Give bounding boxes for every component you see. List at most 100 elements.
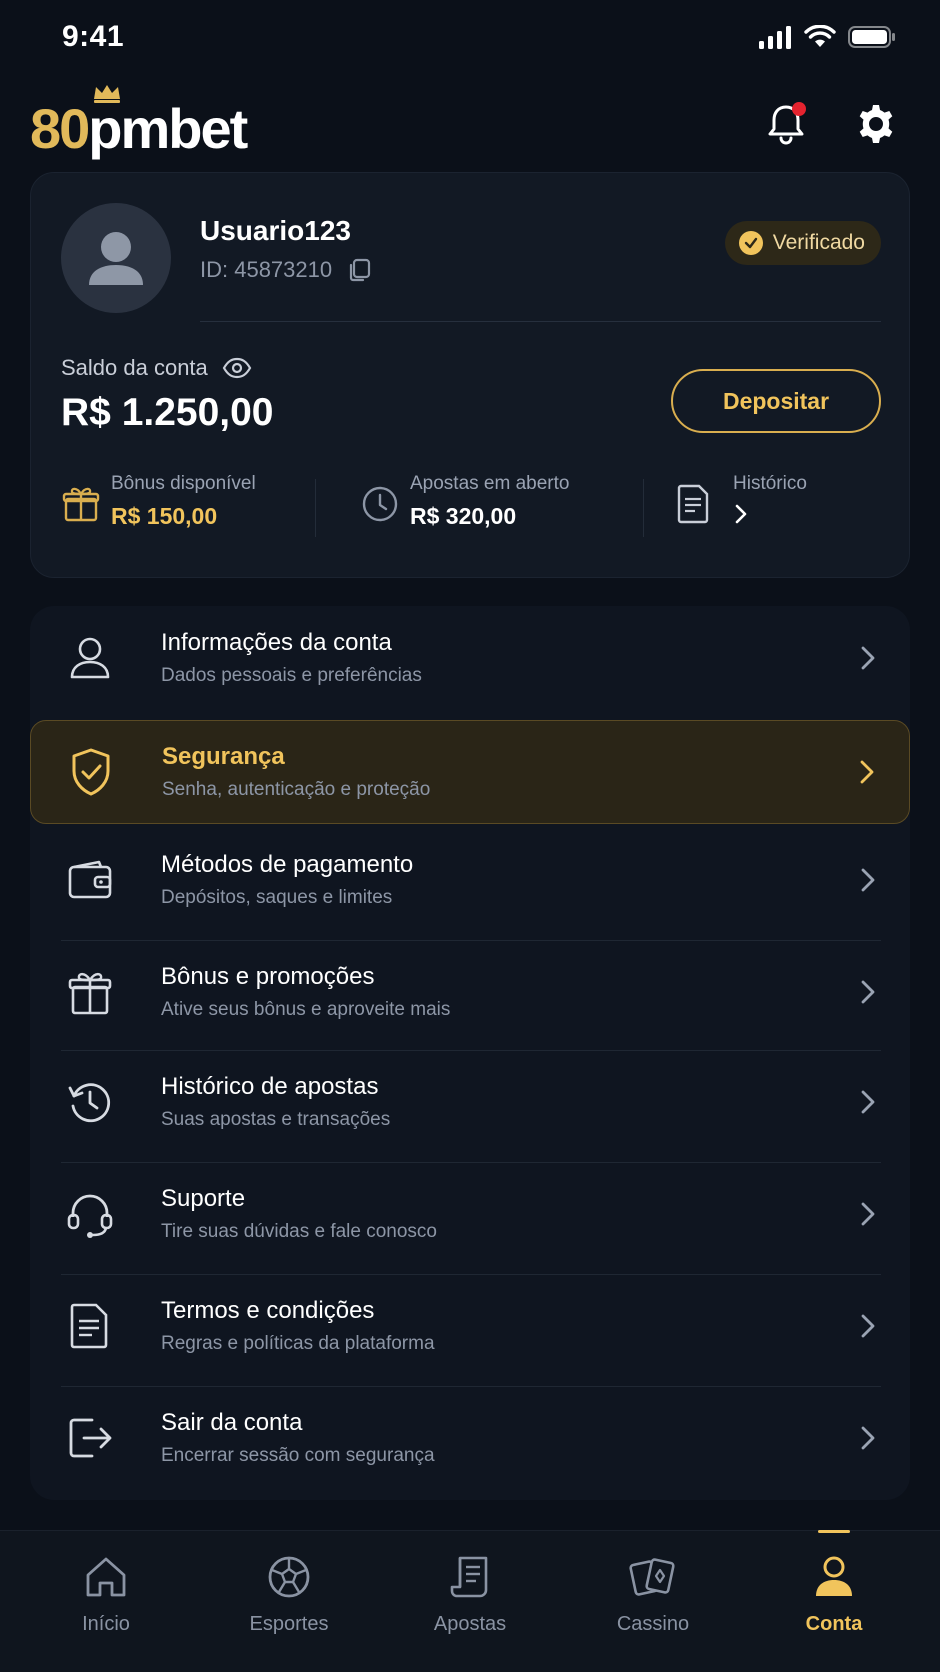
bet-slip-icon (444, 1551, 496, 1603)
chevron-right-icon (856, 1426, 880, 1450)
verified-label: Verificado (772, 231, 865, 254)
menu-subtitle: Depósitos, saques e limites (161, 887, 393, 908)
stat-separator (643, 479, 644, 537)
stat-separator (315, 479, 316, 537)
gift-icon (59, 479, 103, 529)
logo-number: 80 (30, 97, 90, 160)
stat-label: Histórico (733, 473, 807, 494)
menu-subtitle: Regras e políticas da plataforma (161, 1333, 435, 1354)
menu-title: Histórico de apostas (161, 1073, 379, 1100)
menu-item-support[interactable]: Suporte Tire suas dúvidas e fale conosco (30, 1162, 910, 1266)
logout-icon (64, 1412, 116, 1464)
soccer-ball-icon (263, 1551, 315, 1603)
crown-icon (94, 85, 120, 103)
tab-label: Apostas (433, 1613, 507, 1635)
stat-bonus[interactable]: Bônus disponível R$ 150,00 (59, 473, 256, 530)
battery-icon (848, 26, 895, 48)
chevron-right-icon (856, 980, 880, 1004)
wallet-icon (64, 854, 116, 906)
profile-card: Usuario123 ID: 45873210 Verificado Saldo… (30, 172, 910, 578)
app-header: 80pmbet (0, 78, 940, 170)
tab-casino[interactable]: Cassino (559, 1531, 747, 1672)
menu-title: Bônus e promoções (161, 963, 375, 990)
balance-label: Saldo da conta (61, 355, 252, 381)
menu-item-account-info[interactable]: Informações da conta Dados pessoais e pr… (30, 606, 910, 710)
divider (200, 321, 881, 322)
user-silhouette-icon (89, 232, 143, 285)
chevron-right-icon (856, 868, 880, 892)
chevron-right-icon (733, 503, 807, 531)
header-actions (764, 102, 898, 146)
menu-item-logout[interactable]: Sair da conta Encerrar sessão com segura… (30, 1386, 910, 1490)
tab-bets[interactable]: Apostas (376, 1531, 564, 1672)
chevron-right-icon (856, 1090, 880, 1114)
cards-icon (627, 1551, 679, 1603)
menu-title: Suporte (161, 1185, 246, 1212)
clock-icon (358, 479, 402, 529)
chevron-right-icon (856, 1314, 880, 1338)
stats-row: Bônus disponível R$ 150,00 Apostas em ab… (31, 473, 911, 537)
stat-open-bets[interactable]: Apostas em aberto R$ 320,00 (358, 473, 569, 530)
menu-subtitle: Suas apostas e transações (161, 1109, 391, 1130)
tab-label: Início (82, 1613, 130, 1635)
user-id: ID: 45873210 (200, 257, 372, 283)
menu-item-bonus[interactable]: Bônus e promoções Ative seus bônus e apr… (30, 940, 910, 1044)
stat-value: R$ 320,00 (410, 503, 517, 529)
cellular-signal-icon (759, 26, 791, 49)
deposit-button[interactable]: Depositar (671, 369, 881, 433)
menu-subtitle: Senha, autenticação e proteção (162, 779, 431, 800)
menu-title: Métodos de pagamento (161, 851, 414, 878)
tab-label: Cassino (616, 1613, 690, 1635)
tab-label: Conta (805, 1613, 863, 1635)
menu-subtitle: Ative seus bônus e aproveite mais (161, 999, 451, 1020)
logo-wordmark: pmbet (88, 97, 248, 160)
verified-badge: Verificado (724, 221, 881, 265)
gear-icon (859, 105, 893, 143)
chevron-right-icon (856, 1202, 880, 1226)
chevron-right-icon (855, 760, 879, 784)
tab-label: Esportes (249, 1613, 329, 1635)
user-icon (808, 1551, 860, 1603)
document-icon (671, 479, 715, 529)
menu-subtitle: Tire suas dúvidas e fale conosco (161, 1221, 438, 1242)
menu-item-payment-methods[interactable]: Métodos de pagamento Depósitos, saques e… (30, 828, 910, 932)
menu-title: Informações da conta (161, 629, 392, 656)
tab-account[interactable]: Conta (740, 1530, 928, 1672)
notifications-button[interactable] (764, 102, 808, 146)
balance-label-text: Saldo da conta (61, 355, 208, 380)
chevron-right-icon (856, 646, 880, 670)
menu-title: Segurança (162, 743, 285, 770)
stat-history[interactable]: Histórico (671, 473, 807, 531)
shield-check-icon (65, 746, 117, 798)
avatar[interactable] (61, 203, 171, 313)
status-bar: 9:41 (0, 0, 940, 74)
terms-icon (64, 1300, 116, 1352)
menu-item-security[interactable]: Segurança Senha, autenticação e proteção (30, 720, 910, 824)
username: Usuario123 (200, 215, 351, 246)
stat-label: Bônus disponível (111, 473, 256, 494)
history-icon (64, 1076, 116, 1128)
gift-icon (64, 966, 116, 1018)
check-circle-icon (738, 231, 763, 255)
menu-title: Termos e condições (161, 1297, 375, 1324)
wifi-icon (804, 25, 836, 47)
menu-item-terms[interactable]: Termos e condições Regras e políticas da… (30, 1274, 910, 1378)
brand-logo[interactable]: 80pmbet (30, 85, 248, 160)
tab-home[interactable]: Início (12, 1531, 200, 1672)
notification-dot (792, 102, 806, 116)
eye-icon[interactable] (222, 357, 252, 379)
active-tab-indicator (818, 1530, 850, 1533)
user-icon (64, 632, 116, 684)
tab-sports[interactable]: Esportes (195, 1531, 383, 1672)
user-id-text: ID: 45873210 (200, 257, 333, 282)
status-time: 9:41 (62, 20, 125, 53)
menu-subtitle: Encerrar sessão com segurança (161, 1445, 435, 1466)
stat-value: R$ 150,00 (111, 503, 218, 529)
copy-icon[interactable] (346, 257, 372, 283)
home-icon (80, 1551, 132, 1603)
bottom-tab-bar: Início Esportes Apostas Cassino Conta (0, 1530, 940, 1672)
settings-button[interactable] (854, 102, 898, 146)
balance-value: R$ 1.250,00 (61, 391, 274, 434)
menu-item-bet-history[interactable]: Histórico de apostas Suas apostas e tran… (30, 1050, 910, 1154)
status-icons (758, 25, 896, 49)
